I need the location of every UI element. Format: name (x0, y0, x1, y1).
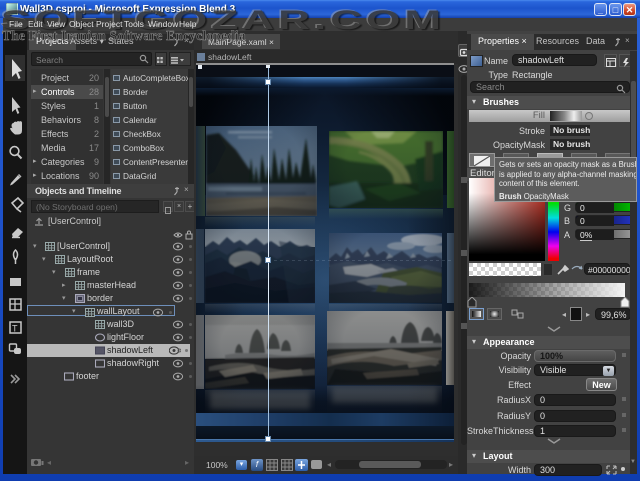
svg-text:T: T (12, 324, 18, 334)
